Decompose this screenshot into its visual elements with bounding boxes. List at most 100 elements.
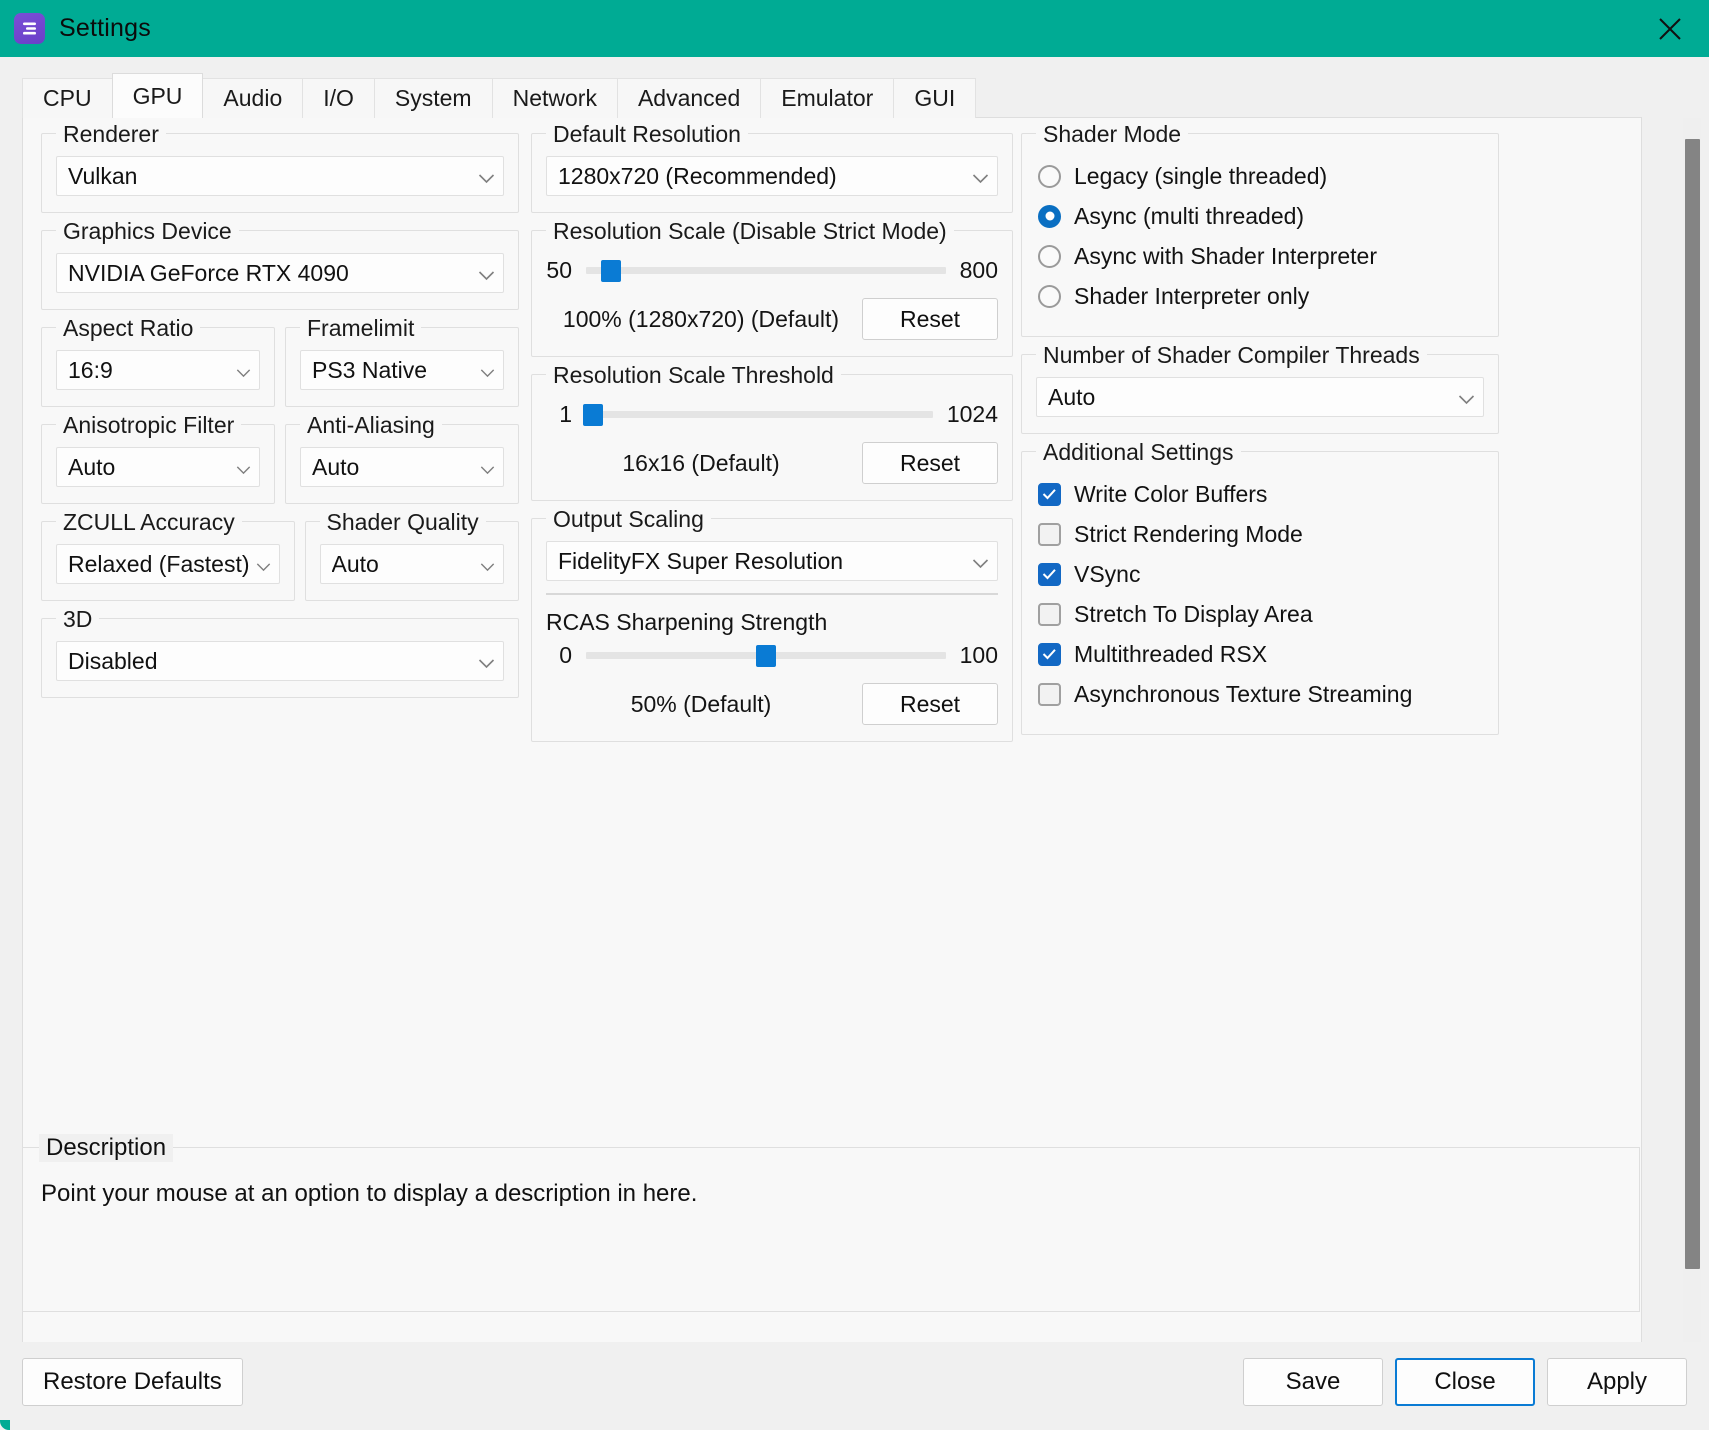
resolution-scale-min-label: 50 xyxy=(546,257,572,283)
shader-quality-group-title: Shader Quality xyxy=(319,509,486,536)
rcas-sharpening-slider-handle[interactable] xyxy=(755,644,776,667)
resolution-scale-foot: 100% (1280x720) (Default) Reset xyxy=(546,298,998,340)
shader-compiler-threads-group-title: Number of Shader Compiler Threads xyxy=(1036,342,1427,369)
output-scaling-combobox[interactable]: FidelityFX Super Resolution xyxy=(546,541,998,581)
rcas-sharpening-min-label: 0 xyxy=(559,642,572,668)
checkbox-icon xyxy=(1038,522,1061,546)
resolution-scale-threshold-slider-handle[interactable] xyxy=(582,403,603,426)
window-corner-accent xyxy=(0,1420,10,1430)
tab-cpu[interactable]: CPU xyxy=(22,78,113,118)
tab-label: Audio xyxy=(223,85,283,111)
framelimit-group-title: Framelimit xyxy=(300,315,422,342)
vertical-scrollbar[interactable] xyxy=(1683,118,1701,1350)
checkbox-label: Stretch To Display Area xyxy=(1074,600,1313,627)
resolution-scale-threshold-value-label: 16x16 (Default) xyxy=(622,449,780,476)
dialog-footer: Restore Defaults Save Close Apply xyxy=(0,1342,1709,1430)
graphics-device-combobox[interactable]: NVIDIA GeForce RTX 4090 xyxy=(56,253,504,293)
radio-shader-mode-async[interactable]: Async (multi threaded) xyxy=(1038,196,1484,236)
checkbox-label: Strict Rendering Mode xyxy=(1074,520,1303,547)
tab-label: System xyxy=(394,85,472,111)
shader-compiler-threads-combobox[interactable]: Auto xyxy=(1036,377,1484,417)
rcas-sharpening-slider[interactable] xyxy=(586,644,946,667)
resolution-scale-slider[interactable] xyxy=(586,259,946,282)
three-d-group: 3D Disabled xyxy=(41,606,519,698)
radio-icon xyxy=(1038,204,1061,228)
chevron-down-icon xyxy=(236,357,251,384)
chevron-down-icon xyxy=(972,163,989,190)
additional-settings-group-title: Additional Settings xyxy=(1036,439,1241,466)
anti-aliasing-group: Anti-Aliasing Auto xyxy=(285,412,519,504)
default-resolution-combobox[interactable]: 1280x720 (Recommended) xyxy=(546,156,998,196)
tab-io[interactable]: I/O xyxy=(302,78,375,118)
framelimit-combobox[interactable]: PS3 Native xyxy=(300,350,504,390)
tab-network[interactable]: Network xyxy=(491,78,618,118)
checkbox-label: Multithreaded RSX xyxy=(1074,640,1268,667)
aspect-ratio-group-title: Aspect Ratio xyxy=(56,315,201,342)
tab-label: CPU xyxy=(43,85,92,111)
tab-advanced[interactable]: Advanced xyxy=(616,78,762,118)
zcull-accuracy-combobox[interactable]: Relaxed (Fastest) xyxy=(56,544,280,584)
resolution-scale-threshold-group-title: Resolution Scale Threshold xyxy=(546,362,841,389)
description-group: Description Point your mouse at an optio… xyxy=(22,1134,1640,1312)
rcas-sharpening-reset-button[interactable]: Reset xyxy=(862,683,998,725)
zcull-accuracy-value: Relaxed (Fastest) xyxy=(68,550,250,577)
tab-label: Emulator xyxy=(781,85,874,111)
zcull-shaderquality-row: ZCULL Accuracy Relaxed (Fastest) Shader … xyxy=(41,509,519,618)
resolution-scale-threshold-reset-button[interactable]: Reset xyxy=(862,442,998,484)
scrollbar-thumb[interactable] xyxy=(1685,139,1700,1269)
checkbox-vsync[interactable]: VSync xyxy=(1038,554,1484,594)
resolution-scale-group: Resolution Scale (Disable Strict Mode) 5… xyxy=(531,218,1013,357)
aspect-ratio-combobox[interactable]: 16:9 xyxy=(56,350,260,390)
resolution-scale-slider-handle[interactable] xyxy=(601,259,622,282)
anti-aliasing-value: Auto xyxy=(312,453,360,480)
default-resolution-group-title: Default Resolution xyxy=(546,121,748,148)
shader-quality-combobox[interactable]: Auto xyxy=(319,544,504,584)
graphics-device-group-title: Graphics Device xyxy=(56,218,239,245)
radio-shader-mode-interpreter-only[interactable]: Shader Interpreter only xyxy=(1038,276,1484,316)
middle-settings-column: Default Resolution 1280x720 (Recommended… xyxy=(531,121,1013,759)
checkbox-asynchronous-texture-streaming[interactable]: Asynchronous Texture Streaming xyxy=(1038,674,1484,714)
close-button[interactable]: Close xyxy=(1395,1358,1535,1406)
checkbox-write-color-buffers[interactable]: Write Color Buffers xyxy=(1038,474,1484,514)
anisotropic-filter-value: Auto xyxy=(68,453,116,480)
framelimit-group: Framelimit PS3 Native xyxy=(285,315,519,407)
resolution-scale-threshold-slider[interactable] xyxy=(582,403,933,426)
radio-icon xyxy=(1038,284,1061,308)
chevron-down-icon xyxy=(480,551,495,578)
renderer-combobox[interactable]: Vulkan xyxy=(56,156,504,196)
checkbox-icon xyxy=(1038,562,1061,586)
checkbox-multithreaded-rsx[interactable]: Multithreaded RSX xyxy=(1038,634,1484,674)
radio-icon xyxy=(1038,244,1061,268)
save-button[interactable]: Save xyxy=(1243,1358,1383,1406)
tab-emulator[interactable]: Emulator xyxy=(760,78,895,118)
footer-button-row: Save Close Apply xyxy=(1243,1358,1687,1406)
close-window-button[interactable] xyxy=(1653,12,1687,46)
apply-button[interactable]: Apply xyxy=(1547,1358,1687,1406)
renderer-value: Vulkan xyxy=(68,162,138,189)
chevron-down-icon xyxy=(1458,384,1475,411)
tab-gpu[interactable]: GPU xyxy=(111,73,204,118)
tab-label: Network xyxy=(512,85,597,111)
window-body: CPU GPU Audio I/O System Network Advance… xyxy=(0,57,1709,1430)
default-resolution-value: 1280x720 (Recommended) xyxy=(558,162,837,189)
chevron-down-icon xyxy=(478,648,495,675)
tab-gui[interactable]: GUI xyxy=(893,78,977,118)
resolution-scale-reset-button[interactable]: Reset xyxy=(862,298,998,340)
anisotropic-filter-combobox[interactable]: Auto xyxy=(56,447,260,487)
chevron-down-icon xyxy=(236,454,251,481)
checkbox-stretch-to-display-area[interactable]: Stretch To Display Area xyxy=(1038,594,1484,634)
radio-shader-mode-async-interpreter[interactable]: Async with Shader Interpreter xyxy=(1038,236,1484,276)
output-scaling-separator xyxy=(546,593,998,595)
tab-audio[interactable]: Audio xyxy=(202,78,304,118)
checkbox-icon xyxy=(1038,682,1061,706)
aspect-ratio-value: 16:9 xyxy=(68,356,113,383)
three-d-combobox[interactable]: Disabled xyxy=(56,641,504,681)
rcas-sharpening-slider-row: 0 100 xyxy=(546,642,998,669)
tab-system[interactable]: System xyxy=(373,78,493,118)
restore-defaults-button[interactable]: Restore Defaults xyxy=(22,1358,243,1406)
radio-shader-mode-legacy[interactable]: Legacy (single threaded) xyxy=(1038,156,1484,196)
anti-aliasing-combobox[interactable]: Auto xyxy=(300,447,504,487)
description-text: Point your mouse at an option to display… xyxy=(41,1180,698,1207)
checkbox-strict-rendering-mode[interactable]: Strict Rendering Mode xyxy=(1038,514,1484,554)
shader-mode-group-title: Shader Mode xyxy=(1036,121,1189,148)
